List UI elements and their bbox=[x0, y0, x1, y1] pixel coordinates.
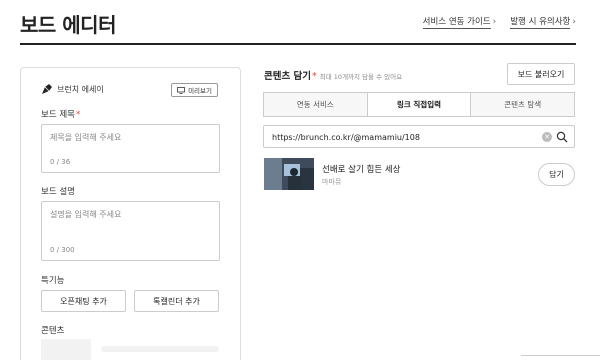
result-title[interactable]: 선배로 살기 힘든 세상 bbox=[322, 163, 401, 175]
preview-label[interactable]: 미리보기 bbox=[188, 85, 212, 95]
desc-field-label: 보드 설명 bbox=[41, 187, 75, 197]
content-picker-title: 콘텐츠 담기* 최대 10개까지 담을 수 있어요 bbox=[264, 68, 402, 82]
description-input[interactable]: 설명을 입력해 주세요 0 / 300 bbox=[41, 201, 220, 261]
title-field-label: 보드 제목* bbox=[41, 108, 80, 120]
description-placeholder[interactable]: 설명을 입력해 주세요 bbox=[50, 209, 121, 220]
url-input[interactable] bbox=[272, 129, 542, 145]
required-mark: * bbox=[75, 110, 81, 120]
chevron-right-icon: › bbox=[572, 17, 576, 27]
clear-icon[interactable]: ✕ bbox=[542, 132, 552, 142]
add-content-button[interactable]: 담기 bbox=[538, 163, 575, 186]
content-placeholder-thumb bbox=[41, 339, 91, 360]
publish-notice-label[interactable]: 발행 시 유의사항 bbox=[510, 17, 571, 29]
page-title: 보드 에디터 bbox=[20, 13, 116, 37]
content-source-tabs: 연동 서비스 링크 직접입력 콘텐츠 탐색 bbox=[263, 92, 575, 117]
content-label: 콘텐츠 bbox=[41, 326, 65, 336]
tab-linked-services[interactable]: 연동 서비스 bbox=[264, 93, 368, 116]
content-limit-hint: 최대 10개까지 담을 수 있어요 bbox=[319, 73, 403, 81]
description-char-count: 0 / 300 bbox=[50, 246, 75, 254]
footer-divider bbox=[521, 355, 600, 356]
title-label-text: 보드 제목 bbox=[41, 110, 75, 120]
load-board-button[interactable]: 보드 불러오기 bbox=[507, 63, 575, 85]
brand-label: 브런치 에세이 bbox=[57, 84, 104, 94]
title-char-count: 0 / 36 bbox=[50, 158, 71, 166]
header-links: 서비스 연동 가이드 › 발행 시 유의사항 › bbox=[422, 15, 576, 29]
publish-notice-link[interactable]: 발행 시 유의사항 › bbox=[510, 15, 576, 29]
add-talkcalendar-button[interactable]: 톡캘린더 추가 bbox=[134, 290, 219, 312]
tab-explore-content[interactable]: 콘텐츠 탐색 bbox=[471, 93, 575, 116]
content-picker-title-text: 콘텐츠 담기 bbox=[264, 71, 312, 82]
add-openchat-button[interactable]: 오픈채팅 추가 bbox=[41, 290, 126, 312]
board-editor-panel: 브런치 에세이 미리보기 보드 제목* 제목을 입력해 주세요 0 / 36 보… bbox=[20, 67, 241, 360]
service-guide-label[interactable]: 서비스 연동 가이드 bbox=[422, 17, 491, 29]
service-guide-link[interactable]: 서비스 연동 가이드 › bbox=[422, 15, 497, 29]
tab-direct-link[interactable]: 링크 직접입력 bbox=[367, 93, 472, 116]
title-input[interactable]: 제목을 입력해 주세요 0 / 36 bbox=[41, 124, 220, 173]
brand: 브런치 에세이 bbox=[41, 83, 104, 95]
chevron-right-icon: › bbox=[492, 17, 497, 27]
required-mark: * bbox=[312, 71, 317, 82]
result-thumbnail bbox=[264, 158, 314, 190]
search-icon[interactable] bbox=[556, 131, 568, 143]
header-divider bbox=[20, 43, 576, 45]
url-field: ✕ bbox=[263, 125, 575, 148]
features-label: 특기능 bbox=[41, 276, 65, 286]
preview-button[interactable]: 미리보기 bbox=[171, 83, 218, 97]
result-author: 마마뮤 bbox=[322, 178, 342, 186]
title-placeholder[interactable]: 제목을 입력해 주세요 bbox=[50, 132, 121, 143]
monitor-icon bbox=[177, 86, 185, 94]
content-placeholder-line bbox=[101, 346, 219, 352]
pen-nib-icon bbox=[42, 84, 52, 94]
